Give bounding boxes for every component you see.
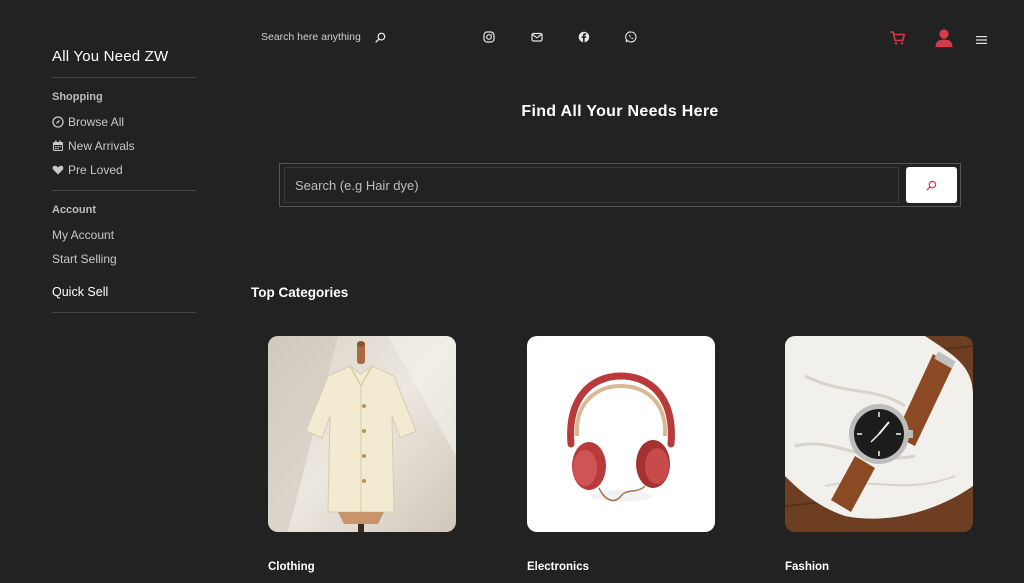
whatsapp-icon[interactable] [625,31,637,43]
header-search-input[interactable]: Search here anything [261,31,361,43]
category-label-fashion[interactable]: Fashion [785,561,829,573]
section-label-shopping: Shopping [52,91,103,103]
user-icon[interactable] [934,28,954,48]
facebook-icon[interactable] [578,31,590,43]
electronics-image [527,336,715,532]
mail-icon[interactable] [531,31,543,43]
header-search[interactable]: Search here anything [261,31,386,43]
sidebar-item-pre-loved[interactable]: Pre Loved [52,163,123,177]
brand-logo-text[interactable]: All You Need ZW [52,48,168,65]
category-card-clothing[interactable] [268,336,456,532]
hamburger-menu-icon[interactable] [976,32,987,44]
sidebar-item-label: Start Selling [52,252,117,266]
sidebar-item-new-arrivals[interactable]: New Arrivals [52,139,135,153]
divider [52,77,196,78]
main-search-box: Search (e.g Hair dye) [279,163,961,207]
calendar-icon [53,140,63,151]
category-card-fashion[interactable] [785,336,973,532]
sidebar-item-my-account[interactable]: My Account [52,228,114,242]
cart-icon[interactable] [890,30,906,46]
instagram-icon[interactable] [483,31,495,43]
sidebar-item-label: New Arrivals [68,139,135,153]
divider [52,190,196,191]
category-card-electronics[interactable] [527,336,715,532]
sidebar-item-label: Pre Loved [68,163,123,177]
page-title: Find All Your Needs Here [521,103,719,120]
category-label-electronics[interactable]: Electronics [527,561,589,573]
heart-icon [52,165,64,175]
divider [52,312,196,313]
section-label-account: Account [52,204,96,216]
search-icon [926,180,937,190]
sidebar-item-label: My Account [52,228,115,242]
section-heading-top-categories: Top Categories [251,285,349,300]
search-icon[interactable] [375,32,386,43]
main-search-button[interactable] [906,167,957,203]
sidebar-item-start-selling[interactable]: Start Selling [52,252,117,266]
main-search-input[interactable]: Search (e.g Hair dye) [284,167,899,203]
sidebar-item-quick-sell[interactable]: Quick Sell [52,285,108,299]
fashion-image [785,336,973,532]
clothing-image [268,336,456,532]
category-label-clothing[interactable]: Clothing [268,561,315,573]
